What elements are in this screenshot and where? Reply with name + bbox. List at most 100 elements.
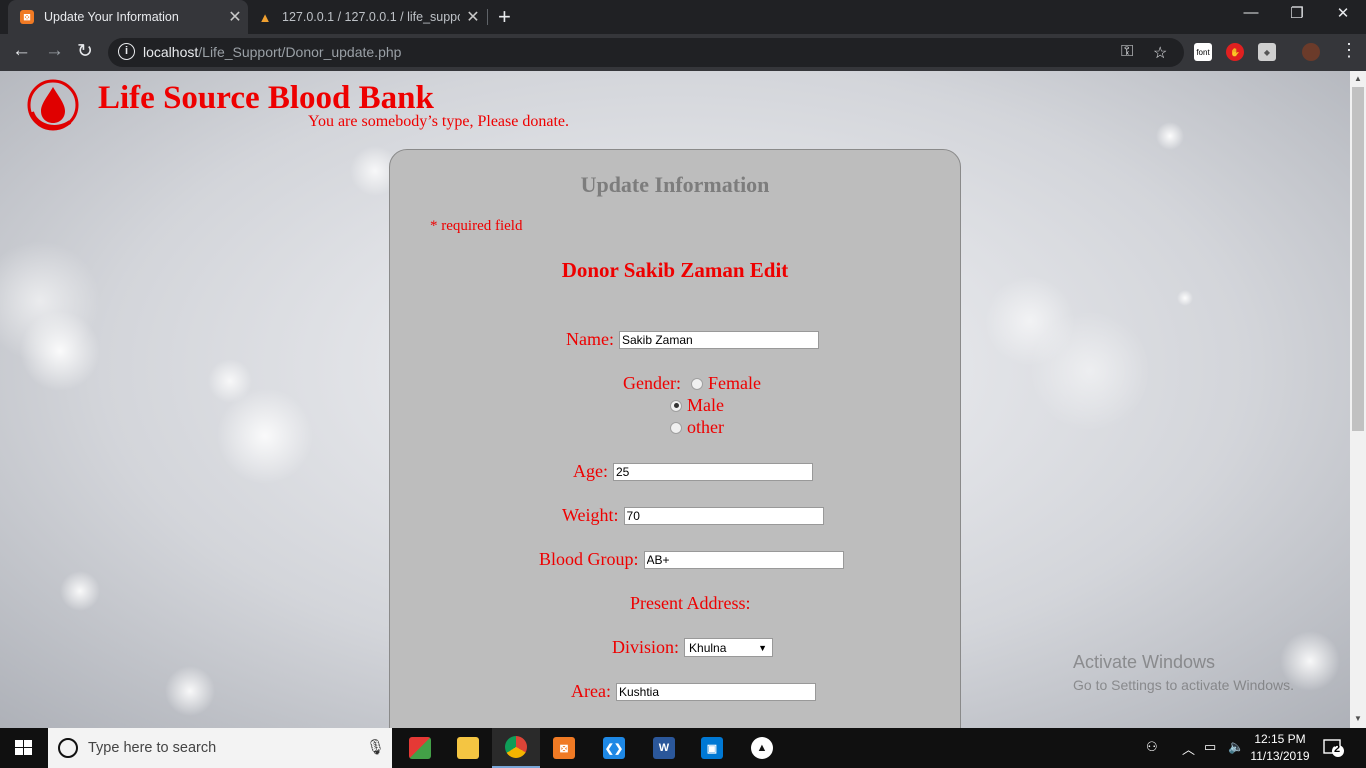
weight-input[interactable]: [623, 506, 824, 525]
restore-icon[interactable]: ❐: [1274, 4, 1320, 22]
xampp-icon: ⊠: [553, 737, 575, 759]
battery-icon[interactable]: ▭: [1204, 739, 1216, 755]
site-info-icon[interactable]: i: [118, 43, 135, 60]
font-extension-icon[interactable]: font: [1194, 43, 1212, 61]
clock-date: 11/13/2019: [1250, 749, 1310, 763]
page-content: Life Source Blood Bank You are somebody’…: [0, 71, 1350, 728]
dropdown-arrow-icon: ▼: [758, 642, 768, 653]
activate-windows-watermark: Activate Windows Go to Settings to activ…: [1073, 652, 1294, 693]
blood-drop-logo-icon: [27, 79, 79, 131]
required-field-note: * required field: [430, 218, 523, 234]
present-address-label: Present Address:: [630, 593, 751, 613]
page-scrollbar[interactable]: ▲ ▼: [1350, 71, 1366, 728]
weight-row: Weight:: [562, 505, 824, 526]
scroll-up-icon[interactable]: ▲: [1354, 74, 1362, 83]
taskbar-app-mountain[interactable]: ▲: [738, 728, 786, 768]
browser-menu-icon[interactable]: ⋮: [1340, 40, 1358, 61]
cortana-icon: [58, 738, 78, 758]
age-row: Age:: [573, 461, 813, 482]
taskbar-clock[interactable]: 12:15 PM 11/13/2019: [1250, 731, 1310, 765]
update-form-card: Update Information * required field Dono…: [389, 149, 961, 728]
search-placeholder: Type here to search: [88, 740, 217, 756]
forward-icon[interactable]: →: [45, 40, 64, 62]
close-window-icon[interactable]: ✕: [1320, 4, 1366, 22]
tab-separator: [487, 9, 488, 25]
blood-group-row: Blood Group:: [539, 549, 844, 570]
form-heading: Update Information: [580, 172, 770, 197]
multicolor-app-icon: [409, 737, 431, 759]
taskbar-vscode[interactable]: ❮❯: [590, 728, 638, 768]
name-label: Name:: [566, 329, 614, 349]
tab-phpmyadmin[interactable]: ▲ 127.0.0.1 / 127.0.0.1 / life_suppor ✕: [250, 0, 486, 34]
browser-tab-strip: ⊠ Update Your Information ✕ ▲ 127.0.0.1 …: [0, 0, 1366, 34]
gender-label: Gender:: [623, 373, 681, 393]
taskbar-file-explorer[interactable]: [444, 728, 492, 768]
weight-label: Weight:: [562, 505, 619, 525]
vscode-icon: ❮❯: [603, 737, 625, 759]
division-row: Division: Khulna ▼: [612, 637, 774, 658]
close-tab-icon[interactable]: ✕: [222, 7, 248, 27]
browser-toolbar: ← → ↻ i localhost/Life_Support/Donor_upd…: [0, 34, 1366, 71]
mountain-app-icon: ▲: [751, 737, 773, 759]
area-row: Area:: [571, 681, 816, 702]
donor-edit-title: Donor Sakib Zaman Edit: [561, 258, 789, 282]
site-tagline: You are somebody’s type, Please donate.: [308, 113, 569, 130]
taskbar-word[interactable]: W: [640, 728, 688, 768]
cube-extension-icon[interactable]: ◆: [1258, 43, 1276, 61]
tab-title: 127.0.0.1 / 127.0.0.1 / life_suppor: [282, 10, 460, 24]
notification-count: 2: [1334, 743, 1341, 755]
age-label: Age:: [573, 461, 608, 481]
taskbar-photos[interactable]: ▣: [688, 728, 736, 768]
taskbar-search-box[interactable]: Type here to search 🎙: [48, 728, 392, 768]
name-input[interactable]: [618, 330, 819, 349]
gender-option-other[interactable]: other: [670, 417, 724, 438]
tab-update-your-information[interactable]: ⊠ Update Your Information ✕: [8, 0, 248, 34]
url-text[interactable]: localhost/Life_Support/Donor_update.php: [143, 44, 401, 60]
photos-icon: ▣: [701, 737, 723, 759]
microphone-icon[interactable]: 🎙: [366, 738, 385, 756]
area-input[interactable]: [615, 682, 816, 701]
people-icon[interactable]: ⚇: [1146, 739, 1158, 755]
key-icon[interactable]: ⚿: [1121, 43, 1133, 61]
gender-option-male[interactable]: Male: [670, 395, 724, 416]
area-label: Area:: [571, 681, 611, 701]
male-radio[interactable]: [670, 399, 682, 412]
folder-icon: [457, 737, 479, 759]
chrome-icon: [505, 736, 527, 758]
gender-option-female[interactable]: Female: [690, 373, 761, 394]
back-icon[interactable]: ←: [12, 40, 31, 62]
blood-group-label: Blood Group:: [539, 549, 639, 569]
blood-group-input[interactable]: [643, 550, 844, 569]
phpmyadmin-icon: ▲: [258, 9, 272, 25]
new-tab-icon[interactable]: +: [498, 4, 511, 30]
age-input[interactable]: [613, 462, 813, 481]
xampp-icon: ⊠: [20, 10, 34, 24]
gender-row: Gender: Female: [623, 373, 761, 394]
word-icon: W: [653, 737, 675, 759]
volume-icon[interactable]: 🔈: [1228, 739, 1244, 755]
reload-icon[interactable]: ↻: [77, 40, 93, 63]
action-center-icon[interactable]: 2: [1323, 738, 1345, 758]
division-label: Division:: [612, 637, 680, 657]
address-bar[interactable]: i localhost/Life_Support/Donor_update.ph…: [108, 38, 1184, 67]
site-title: Life Source Blood Bank: [98, 80, 434, 116]
minimize-icon[interactable]: —: [1228, 4, 1274, 21]
female-radio[interactable]: [690, 377, 703, 390]
tab-title: Update Your Information: [44, 10, 179, 24]
windows-start-icon[interactable]: [15, 740, 33, 756]
windows-taskbar: Type here to search 🎙 ⊠ ❮❯ W ▣ ▲ ⚇ ︿ ▭ 🔈…: [0, 728, 1366, 768]
scrollbar-thumb[interactable]: [1352, 87, 1364, 431]
profile-avatar[interactable]: [1302, 43, 1320, 61]
scroll-down-icon[interactable]: ▼: [1354, 714, 1362, 723]
name-row: Name:: [566, 329, 819, 350]
close-tab-icon[interactable]: ✕: [460, 7, 486, 27]
bookmark-star-icon[interactable]: ☆: [1153, 43, 1167, 63]
clock-time: 12:15 PM: [1254, 732, 1306, 746]
adblock-extension-icon[interactable]: ✋: [1226, 43, 1244, 61]
taskbar-chrome[interactable]: [492, 728, 540, 768]
other-radio[interactable]: [670, 421, 682, 434]
division-select[interactable]: Khulna ▼: [684, 638, 774, 657]
taskbar-app-colorful[interactable]: [396, 728, 444, 768]
taskbar-xampp[interactable]: ⊠: [540, 728, 588, 768]
show-hidden-icons-chevron-icon[interactable]: ︿: [1182, 739, 1195, 758]
